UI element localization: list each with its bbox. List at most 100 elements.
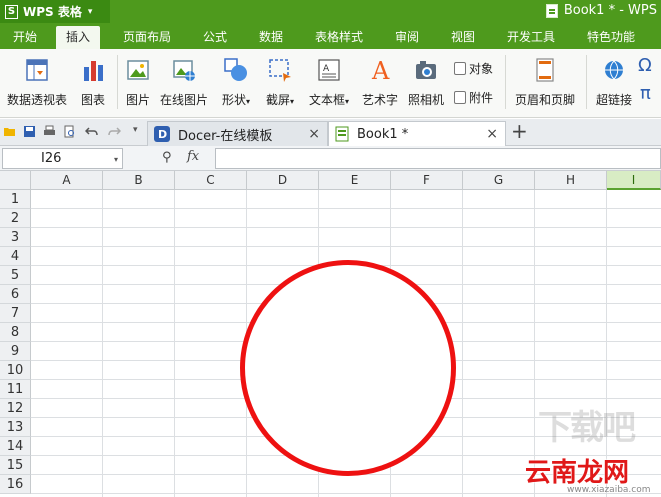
circle-shape[interactable] [240, 260, 456, 476]
row-header[interactable]: 1 [0, 190, 31, 209]
print-icon[interactable] [43, 125, 56, 138]
column-header-selected[interactable]: I [607, 171, 661, 190]
chevron-down-icon: ▾ [246, 97, 251, 106]
object-icon [454, 62, 466, 75]
camera-button[interactable]: 照相机 [406, 57, 446, 108]
tab-developer-tools[interactable]: 开发工具 [498, 26, 564, 49]
screenshot-icon [269, 59, 291, 82]
redo-icon[interactable] [108, 125, 121, 138]
omega-icon: Ω [638, 55, 652, 76]
pivot-table-icon [26, 59, 48, 81]
column-header[interactable]: F [391, 171, 463, 190]
symbol-button[interactable]: Ω [638, 55, 652, 76]
save-icon[interactable] [23, 125, 36, 138]
document-title-text: Book1 * - WPS [563, 3, 657, 18]
equation-button[interactable]: π [640, 83, 651, 104]
tab-review[interactable]: 审阅 [386, 26, 428, 49]
row-header[interactable]: 13 [0, 418, 31, 437]
tab-data[interactable]: 数据 [250, 26, 292, 49]
row-header[interactable]: 7 [0, 304, 31, 323]
select-all-corner[interactable] [0, 171, 31, 190]
print-preview-icon[interactable] [63, 125, 76, 138]
column-header[interactable]: E [319, 171, 391, 190]
spreadsheet-file-icon [545, 3, 558, 18]
quick-access-overflow-icon[interactable]: ▾ [133, 125, 138, 135]
row-header[interactable]: 4 [0, 247, 31, 266]
ribbon-separator [505, 55, 506, 109]
screenshot-button[interactable]: 截屏▾ [260, 57, 300, 108]
shapes-icon [224, 58, 247, 81]
chevron-down-icon[interactable]: ▾ [114, 150, 118, 169]
row-header[interactable]: 16 [0, 475, 31, 494]
doc-tab-label: Docer-在线模板 [178, 128, 273, 144]
tab-formulas[interactable]: 公式 [194, 26, 236, 49]
tab-home[interactable]: 开始 [2, 26, 48, 49]
spreadsheet-file-icon [335, 126, 349, 142]
chart-button[interactable]: 图表 [78, 57, 108, 108]
header-footer-button[interactable]: 页眉和页脚 [512, 57, 578, 108]
menu-bar: 开始 插入 页面布局 公式 数据 表格样式 审阅 视图 开发工具 特色功能 [0, 26, 661, 49]
app-menu-button[interactable]: S WPS 表格 ▾ [0, 0, 110, 23]
title-bar: S WPS 表格 ▾ Book1 * - WPS [0, 0, 661, 26]
tab-view[interactable]: 视图 [442, 26, 484, 49]
formula-bar: I26 ▾ ⚲ fx [0, 146, 661, 171]
cell-reference: I26 [41, 151, 62, 166]
picture-button[interactable]: 图片 [124, 57, 152, 108]
close-icon[interactable]: × [308, 126, 320, 142]
row-header[interactable]: 2 [0, 209, 31, 228]
text-box-button[interactable]: A 文本框▾ [304, 57, 354, 108]
tab-special-features[interactable]: 特色功能 [578, 26, 644, 49]
bar-chart-icon [84, 61, 103, 81]
watermark-brand: 云南龙网 [525, 458, 630, 488]
column-header[interactable]: A [31, 171, 103, 190]
hyperlink-button[interactable]: 超链接 [594, 57, 634, 108]
word-art-icon: A [371, 57, 390, 83]
attachment-button[interactable]: 附件 [454, 89, 493, 106]
open-folder-icon[interactable] [3, 125, 16, 138]
shapes-button[interactable]: 形状▾ [216, 57, 256, 108]
watermark-url: www.xiazaiba.com [567, 485, 651, 495]
camera-icon [416, 61, 436, 79]
column-header[interactable]: G [463, 171, 535, 190]
ribbon-separator [117, 55, 118, 109]
insert-function-button[interactable]: fx [187, 149, 199, 164]
column-header[interactable]: H [535, 171, 607, 190]
doc-tab-book1[interactable]: Book1 * × [328, 121, 506, 146]
undo-icon[interactable] [85, 125, 98, 138]
online-picture-button[interactable]: 在线图片 [158, 57, 210, 108]
row-header[interactable]: 9 [0, 342, 31, 361]
row-header[interactable]: 11 [0, 380, 31, 399]
pivot-table-button[interactable]: 数据透视表 [6, 57, 68, 108]
row-header[interactable]: 14 [0, 437, 31, 456]
column-header[interactable]: B [103, 171, 175, 190]
svg-text:A: A [323, 64, 330, 74]
word-art-button[interactable]: A 艺术字 [360, 57, 400, 108]
tab-table-style[interactable]: 表格样式 [306, 26, 372, 49]
app-name: WPS 表格 [23, 5, 82, 19]
tab-page-layout[interactable]: 页面布局 [114, 26, 180, 49]
text-box-icon: A [318, 59, 340, 81]
online-picture-icon [173, 60, 195, 81]
object-button[interactable]: 对象 [454, 60, 493, 77]
column-header[interactable]: C [175, 171, 247, 190]
row-header[interactable]: 3 [0, 228, 31, 247]
close-icon[interactable]: × [486, 126, 498, 142]
column-header[interactable]: D [247, 171, 319, 190]
tab-insert[interactable]: 插入 [56, 26, 100, 49]
name-box[interactable]: I26 ▾ [2, 148, 123, 169]
row-header[interactable]: 15 [0, 456, 31, 475]
doc-tab-docer[interactable]: D Docer-在线模板 × [147, 121, 328, 146]
zoom-lookup-icon[interactable]: ⚲ [162, 150, 172, 165]
new-tab-button[interactable]: + [511, 119, 528, 143]
wps-logo-icon: S [5, 4, 18, 19]
row-header[interactable]: 8 [0, 323, 31, 342]
chevron-down-icon: ▾ [290, 97, 295, 106]
document-title: Book1 * - WPS [545, 3, 657, 18]
row-header[interactable]: 10 [0, 361, 31, 380]
formula-input[interactable] [215, 148, 661, 169]
svg-text:A: A [371, 57, 390, 83]
pi-icon: π [640, 83, 651, 104]
row-header[interactable]: 6 [0, 285, 31, 304]
row-header[interactable]: 12 [0, 399, 31, 418]
row-header[interactable]: 5 [0, 266, 31, 285]
